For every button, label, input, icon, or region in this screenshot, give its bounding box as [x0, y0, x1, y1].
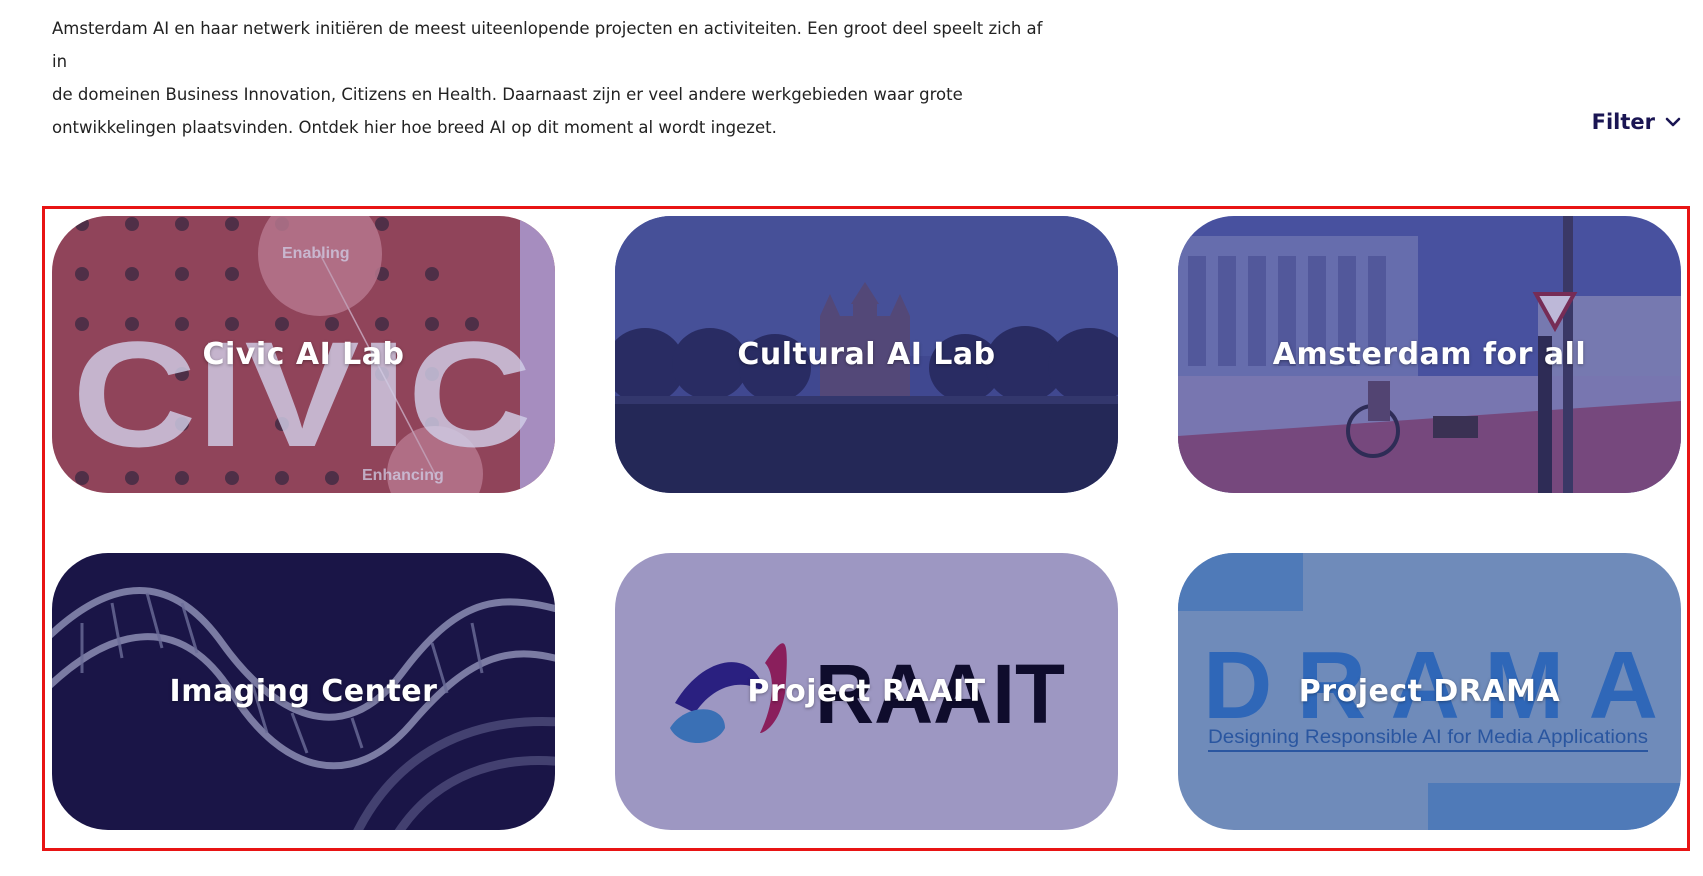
card-title: Amsterdam for all [1272, 337, 1587, 372]
project-card-civic-ai-lab[interactable]: CIVIC Enabling Enhancing Civic AI Lab [52, 216, 555, 493]
project-card-imaging-center[interactable]: Imaging Center [52, 553, 555, 830]
drama-logo-subtext: Designing Responsible AI for Media Appli… [1208, 727, 1648, 748]
card-title: Imaging Center [169, 674, 438, 709]
project-card-project-raait[interactable]: RAAIT Project RAAIT [615, 553, 1118, 830]
project-card-project-drama[interactable]: DRAMA Designing Responsible AI for Media… [1178, 553, 1681, 830]
filter-label: Filter [1591, 110, 1655, 134]
intro-line-3: ontwikkelingen plaatsvinden. Ontdek hier… [52, 118, 777, 137]
projects-page: Amsterdam AI en haar netwerk initiëren d… [0, 0, 1703, 876]
intro-text: Amsterdam AI en haar netwerk initiëren d… [52, 12, 1052, 144]
project-card-cultural-ai-lab[interactable]: Cultural AI Lab [615, 216, 1118, 493]
intro-line-1: Amsterdam AI en haar netwerk initiëren d… [52, 19, 1043, 71]
card-title: Civic AI Lab [202, 337, 405, 372]
card-title: Project DRAMA [1298, 674, 1561, 709]
card-title: Project RAAIT [747, 674, 986, 709]
card-title: Cultural AI Lab [737, 337, 996, 372]
chevron-down-icon [1665, 117, 1681, 127]
filter-toggle[interactable]: Filter [1592, 110, 1681, 134]
intro-line-2: de domeinen Business Innovation, Citizen… [52, 85, 963, 104]
project-card-amsterdam-for-all[interactable]: Amsterdam for all [1178, 216, 1681, 493]
